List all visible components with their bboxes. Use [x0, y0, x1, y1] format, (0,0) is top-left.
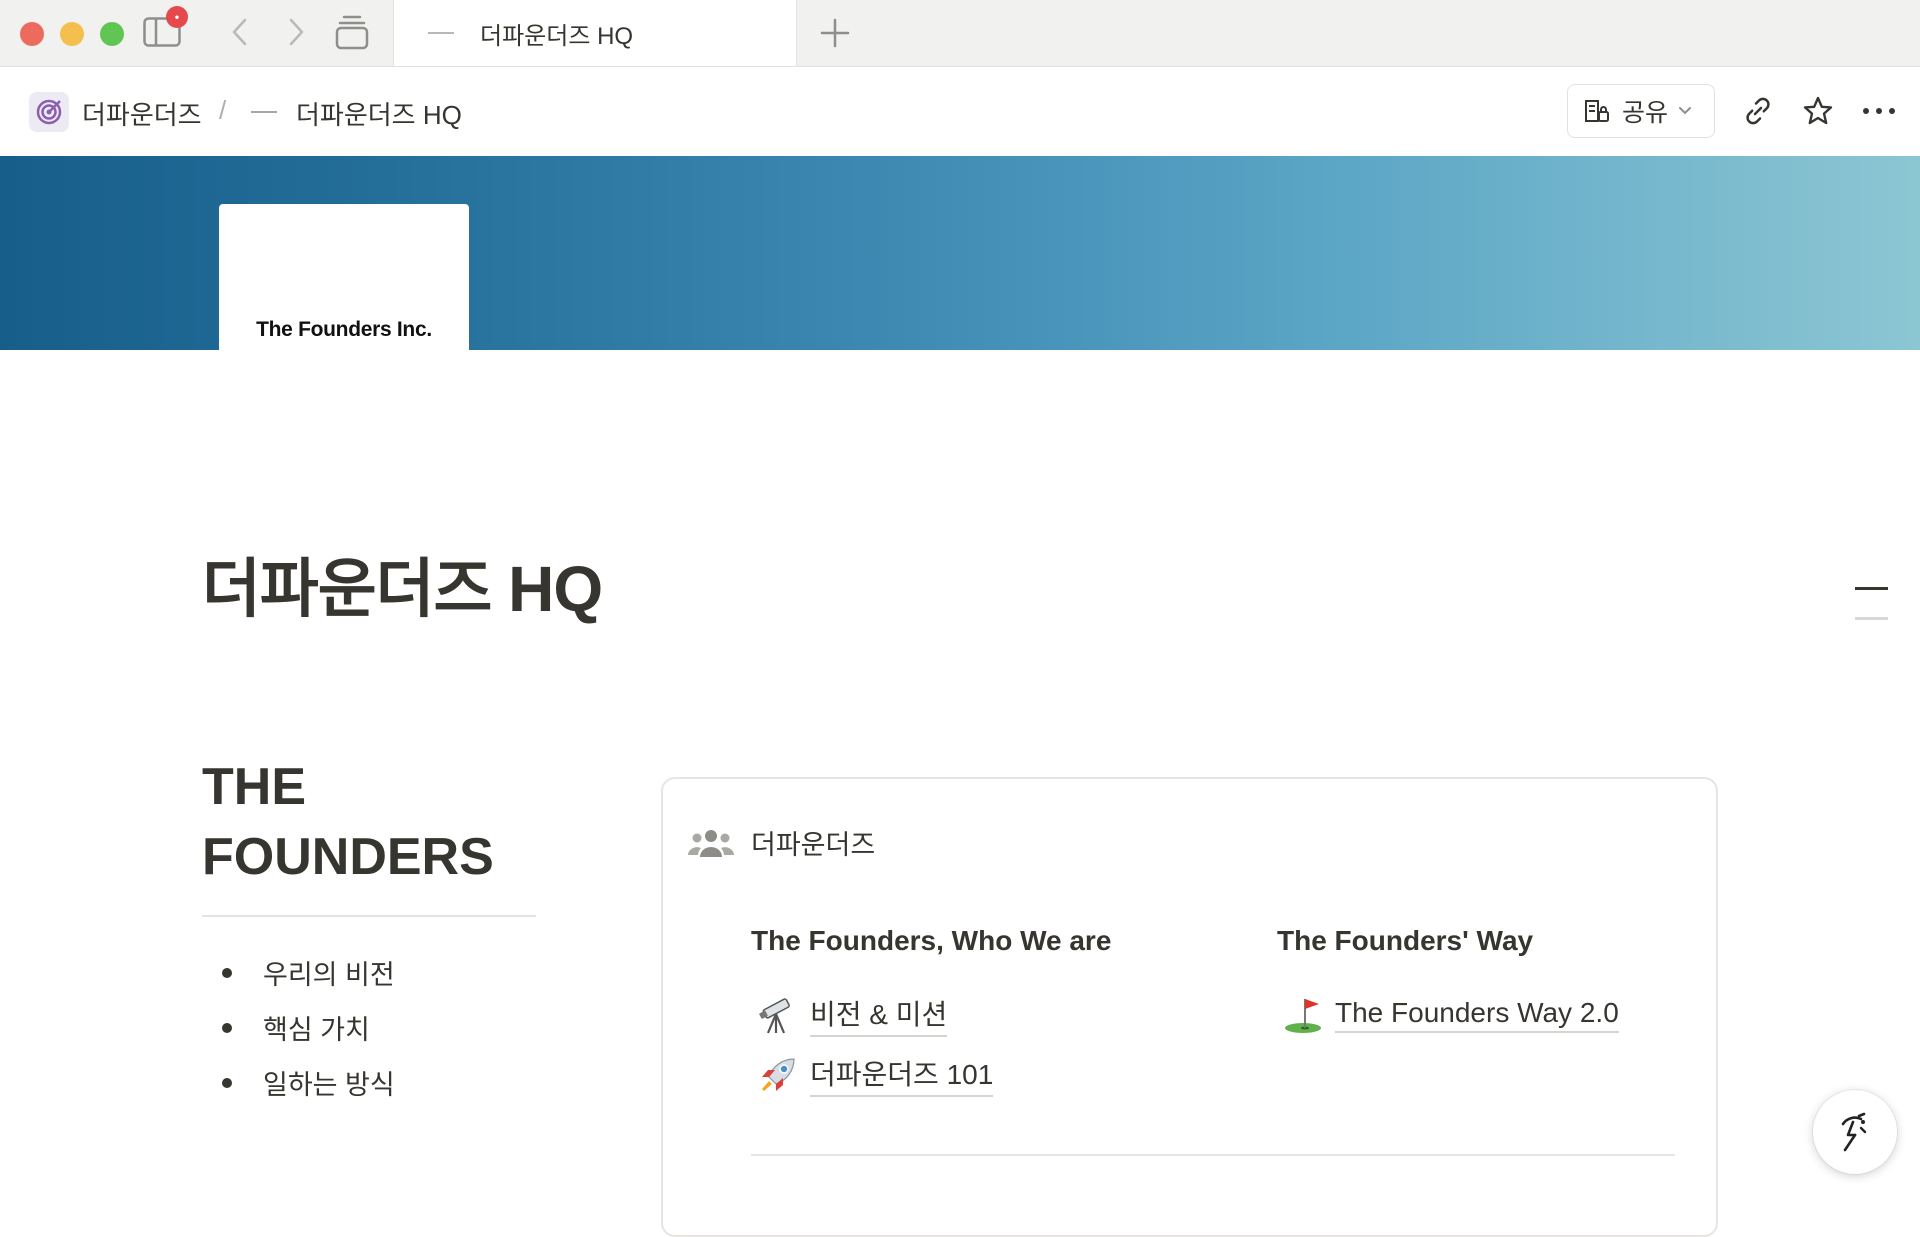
logo-text: The Founders Inc.	[256, 318, 432, 341]
target-icon[interactable]	[29, 92, 69, 132]
rocket-icon	[756, 1053, 800, 1097]
golf-flag-icon	[1281, 993, 1325, 1037]
link-icon[interactable]	[1736, 89, 1780, 133]
company-logo: The Founders Inc.	[219, 204, 469, 350]
notion-ai-face-icon[interactable]	[1813, 1090, 1897, 1174]
notification-badge: •	[166, 6, 188, 28]
breadcrumb-page[interactable]: 더파운더즈 HQ	[296, 95, 462, 132]
table-of-contents-indicator[interactable]	[1855, 587, 1888, 590]
link-label: The Founders Way 2.0	[1335, 997, 1619, 1033]
more-horizontal-icon[interactable]	[1857, 89, 1901, 133]
chevron-down-icon	[1678, 106, 1692, 116]
list-item-label: 우리의 비전	[263, 960, 395, 990]
page-topbar: 더파운더즈 / 더파운더즈 HQ 공유	[0, 67, 1920, 156]
column-heading-founders-way: The Founders' Way	[1277, 925, 1534, 956]
building-lock-icon	[1584, 98, 1610, 124]
bullet-dot	[222, 1077, 232, 1088]
page-favicon-icon	[428, 28, 454, 38]
divider	[202, 915, 536, 917]
telescope-icon	[756, 993, 800, 1037]
list-item[interactable]: 일하는 방식	[202, 1055, 395, 1110]
page-cover[interactable]: The Founders Inc.	[0, 156, 1920, 350]
chevron-left-icon[interactable]	[222, 14, 258, 50]
bullet-dot	[222, 967, 232, 978]
people-group-icon	[687, 827, 735, 859]
page-link-founders-way[interactable]: The Founders Way 2.0	[1281, 993, 1619, 1037]
star-icon[interactable]	[1796, 89, 1840, 133]
close-window-button[interactable]	[20, 22, 44, 46]
card-header: 더파운더즈	[687, 823, 875, 862]
page-link-vision-mission[interactable]: 비전 & 미션	[756, 993, 948, 1037]
section-heading: THE FOUNDERS	[202, 752, 494, 892]
list-item-label: 일하는 방식	[263, 1070, 395, 1100]
callout-card: 더파운더즈 The Founders, Who We are The Found…	[661, 777, 1718, 1237]
tab-title: 더파운더즈 HQ	[480, 22, 634, 50]
breadcrumb-separator: /	[219, 95, 227, 125]
page-link-founders-101[interactable]: 더파운더즈 101	[756, 1053, 994, 1097]
column-heading-who-we-are: The Founders, Who We are	[751, 925, 1112, 956]
minimize-window-button[interactable]	[60, 22, 84, 46]
list-item-label: 핵심 가치	[263, 1015, 370, 1045]
link-label: 비전 & 미션	[810, 993, 948, 1037]
share-label: 공유	[1622, 99, 1669, 127]
tab-active[interactable]: 더파운더즈 HQ	[393, 0, 797, 66]
page-icon	[251, 111, 277, 113]
plus-icon[interactable]	[812, 10, 858, 56]
card-title: 더파운더즈	[751, 830, 876, 860]
bullet-list: 우리의 비전 핵심 가치 일하는 방식	[202, 945, 395, 1110]
page-title[interactable]: 더파운더즈 HQ	[202, 549, 603, 629]
heading-line: FOUNDERS	[202, 828, 494, 886]
chevron-right-icon[interactable]	[278, 14, 314, 50]
share-button[interactable]: 공유	[1567, 84, 1715, 138]
table-of-contents-indicator[interactable]	[1855, 617, 1888, 620]
divider	[751, 1154, 1675, 1156]
link-label: 더파운더즈 101	[810, 1053, 994, 1097]
list-item[interactable]: 핵심 가치	[202, 1000, 395, 1055]
heading-line: THE	[202, 758, 306, 816]
bullet-dot	[222, 1022, 232, 1033]
breadcrumb-workspace[interactable]: 더파운더즈	[82, 95, 202, 132]
tab-overview-icon[interactable]	[330, 12, 374, 52]
list-item[interactable]: 우리의 비전	[202, 945, 395, 1000]
browser-titlebar: • 더파운더즈 HQ	[0, 0, 1920, 67]
zoom-window-button[interactable]	[100, 22, 124, 46]
